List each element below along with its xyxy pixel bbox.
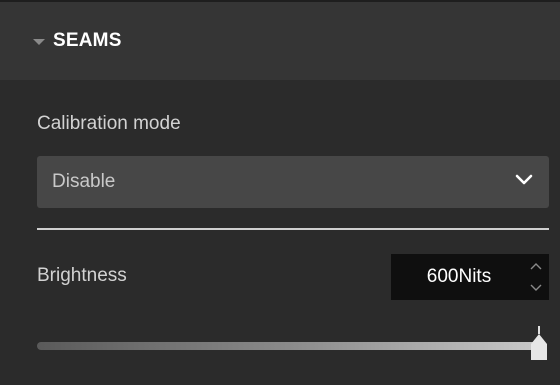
brightness-label: Brightness [37,265,127,286]
brightness-value[interactable]: 600Nits [395,266,523,288]
slider-thumb-icon[interactable] [529,326,549,362]
calibration-mode-value: Disable [52,171,116,192]
brightness-slider[interactable] [37,322,549,362]
chevron-down-icon [515,174,533,185]
seams-panel: SEAMS Calibration mode Disable Brightnes… [0,0,560,385]
section-divider [37,228,549,230]
chevron-down-icon[interactable] [528,280,544,296]
chevron-up-icon[interactable] [528,258,544,274]
seams-section-header[interactable]: SEAMS [0,2,560,80]
calibration-mode-dropdown[interactable]: Disable [37,156,549,208]
section-title: SEAMS [53,30,122,51]
slider-track[interactable] [37,342,539,350]
caret-down-icon[interactable] [33,38,45,45]
brightness-spinbox[interactable]: 600Nits [391,254,549,300]
spin-arrows [526,258,546,296]
calibration-mode-label: Calibration mode [37,113,181,134]
